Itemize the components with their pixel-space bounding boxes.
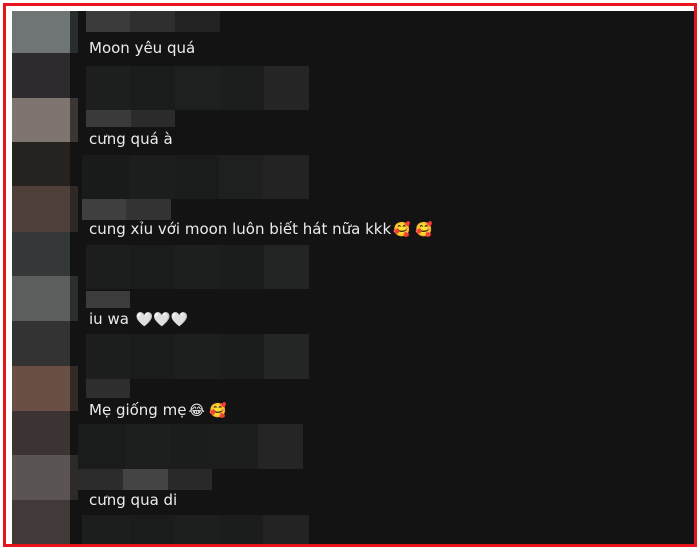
redacted-block: [263, 515, 309, 544]
redacted-block: [220, 66, 264, 110]
redacted-block: [86, 66, 130, 110]
comment-text: Mẹ giống mẹ 😂 🥰: [89, 400, 227, 421]
redacted-block: [175, 245, 220, 289]
username-redacted: [126, 199, 171, 220]
username-redacted: [168, 469, 212, 490]
redacted-block: [82, 515, 130, 544]
redacted-block: [78, 424, 125, 469]
redacted-block: [175, 515, 219, 544]
comment-body: iu wa: [89, 310, 129, 328]
screenshot-frame: Moon yêu quá cưng quá à cung xỉu với moo…: [3, 3, 697, 547]
emoji-reactions: 🤍🤍🤍: [135, 312, 188, 328]
redacted-block: [264, 334, 309, 379]
redacted-block: [175, 334, 220, 379]
redacted-block: [175, 155, 219, 199]
redacted-block: [170, 424, 214, 469]
comment-body: cung xỉu với moon luôn biết hát nữa kkk: [89, 220, 392, 238]
comment-text: cung xỉu với moon luôn biết hát nữa kkk 🥰…: [89, 219, 433, 240]
emoji-reactions: 🥰 🥰: [393, 222, 433, 238]
redacted-block: [125, 424, 170, 469]
redacted-block: [130, 245, 175, 289]
redacted-block: [264, 66, 309, 110]
username-redacted: [78, 469, 123, 490]
redacted-block: [220, 245, 264, 289]
redacted-block: [130, 515, 175, 544]
redacted-block: [175, 66, 220, 110]
redacted-block: [214, 424, 258, 469]
username-redacted: [130, 11, 175, 32]
username-redacted: [86, 379, 130, 398]
comment-text: cưng quá à: [89, 130, 173, 148]
redacted-block: [219, 155, 263, 199]
username-redacted: [86, 110, 131, 127]
redacted-block: [86, 334, 130, 379]
comment-body: Mẹ giống mẹ: [89, 401, 187, 419]
comment-text: Moon yêu quá: [89, 39, 196, 57]
redacted-block: [264, 245, 309, 289]
comment-text: cưng qua di: [89, 491, 178, 509]
redacted-block: [130, 155, 175, 199]
username-redacted: [175, 11, 220, 32]
redacted-block: [82, 155, 130, 199]
username-redacted: [82, 199, 126, 220]
username-redacted: [86, 291, 130, 308]
emoji-reactions: 😂 🥰: [188, 403, 227, 419]
redacted-block: [130, 66, 175, 110]
username-redacted: [123, 469, 168, 490]
redacted-block: [86, 245, 130, 289]
comment-text: iu wa 🤍🤍🤍: [89, 309, 188, 330]
redacted-block: [263, 155, 309, 199]
redacted-block: [258, 424, 303, 469]
comment-thread-panel: Moon yêu quá cưng quá à cung xỉu với moo…: [12, 11, 694, 544]
redacted-block: [219, 515, 263, 544]
redacted-block: [220, 334, 264, 379]
redacted-block: [130, 334, 175, 379]
username-redacted: [86, 11, 130, 32]
username-redacted: [131, 110, 175, 127]
